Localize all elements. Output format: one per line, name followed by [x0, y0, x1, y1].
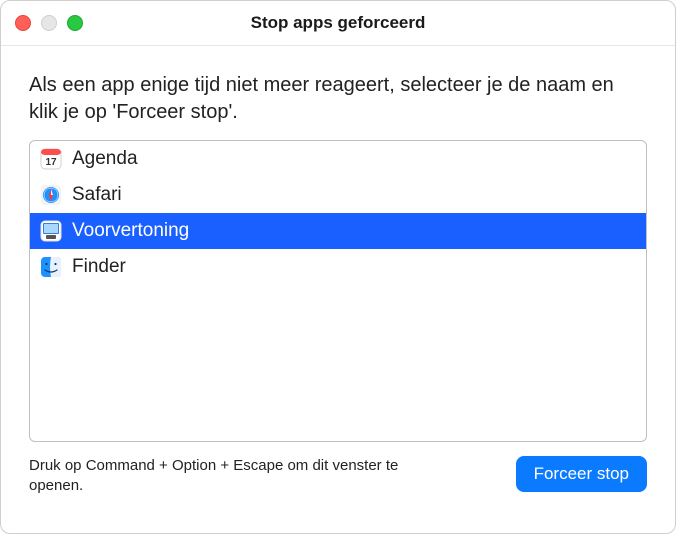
window-title: Stop apps geforceerd [1, 13, 675, 33]
close-window-button[interactable] [15, 15, 31, 31]
app-label: Agenda [72, 148, 138, 170]
zoom-window-button[interactable] [67, 15, 83, 31]
svg-text:17: 17 [45, 157, 57, 168]
preview-icon [40, 220, 62, 242]
force-quit-button[interactable]: Forceer stop [516, 456, 647, 492]
app-label: Finder [72, 256, 126, 278]
app-row-agenda[interactable]: 17 Agenda [30, 141, 646, 177]
app-row-preview[interactable]: Voorvertoning [30, 213, 646, 249]
app-row-finder[interactable]: Finder [30, 249, 646, 285]
titlebar: Stop apps geforceerd [1, 1, 675, 46]
app-label: Safari [72, 184, 122, 206]
app-label: Voorvertoning [72, 220, 189, 242]
app-row-safari[interactable]: Safari [30, 177, 646, 213]
hint-text: Druk op Command + Option + Escape om dit… [29, 456, 449, 497]
minimize-window-button[interactable] [41, 15, 57, 31]
window-controls [15, 15, 83, 31]
app-list[interactable]: 17 Agenda Safari Voorvertoning [29, 140, 647, 442]
calendar-icon: 17 [40, 148, 62, 170]
finder-icon [40, 256, 62, 278]
window-body: Als een app enige tijd niet meer reageer… [1, 46, 675, 533]
safari-icon [40, 184, 62, 206]
instruction-text: Als een app enige tijd niet meer reageer… [29, 72, 647, 126]
bottom-bar: Druk op Command + Option + Escape om dit… [29, 456, 647, 497]
force-quit-window: Stop apps geforceerd Als een app enige t… [0, 0, 676, 534]
